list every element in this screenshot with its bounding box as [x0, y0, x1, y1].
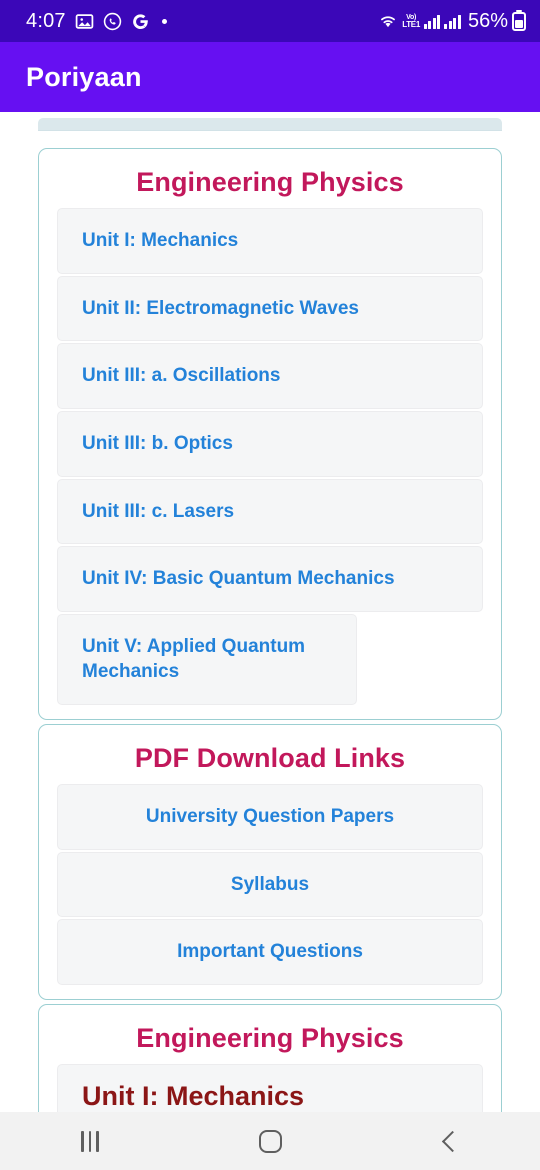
battery-icon: [512, 11, 526, 31]
card-engineering-physics-units: Engineering Physics Unit I: Mechanics Un…: [38, 148, 502, 721]
list-item[interactable]: Unit III: a. Oscillations: [57, 343, 483, 409]
recents-button[interactable]: [30, 1112, 150, 1170]
status-bar-left: 4:07: [26, 10, 378, 33]
list-item[interactable]: Syllabus: [57, 851, 483, 918]
card-pdf-download-links: PDF Download Links University Question P…: [38, 724, 502, 1001]
home-icon: [258, 1129, 282, 1153]
app-bar: Poriyaan: [0, 42, 540, 112]
list-item[interactable]: Unit III: c. Lasers: [57, 478, 483, 545]
list-item[interactable]: University Question Papers: [57, 784, 483, 850]
volte-icon: Vo) LTE1: [402, 13, 420, 29]
recents-icon: [81, 1130, 99, 1152]
gallery-icon: [75, 12, 94, 31]
signal-bars-icon-2: [444, 14, 461, 29]
list-item[interactable]: Unit II: Electromagnetic Waves: [57, 275, 483, 342]
whatsapp-icon: [103, 12, 122, 31]
back-icon: [441, 1130, 464, 1152]
card-title: PDF Download Links: [134, 743, 406, 774]
status-bar: 4:07 Vo) LTE1 56%: [0, 0, 540, 42]
app-title: Poriyaan: [26, 61, 142, 92]
google-icon: [131, 12, 150, 31]
unit-heading: Unit I: Mechanics: [57, 1064, 483, 1112]
list-item[interactable]: Unit IV: Basic Quantum Mechanics: [57, 546, 483, 612]
status-bar-clock: 4:07: [26, 9, 66, 32]
status-bar-right: Vo) LTE1 56%: [378, 10, 526, 33]
system-navigation-bar: [0, 1112, 540, 1170]
partial-card-above: [38, 118, 502, 130]
wifi-icon: [378, 12, 398, 30]
card-engineering-physics-detail: Engineering Physics Unit I: Mechanics: [38, 1004, 502, 1112]
home-button[interactable]: [210, 1112, 330, 1170]
battery-percent-label: 56%: [467, 9, 508, 32]
card-title: Engineering Physics: [136, 167, 404, 197]
dot-icon: [161, 18, 167, 24]
card-title: Engineering Physics: [136, 1023, 404, 1054]
list-item[interactable]: Unit V: Applied Quantum Mechanics: [57, 613, 357, 706]
back-button[interactable]: [390, 1112, 510, 1170]
list-item[interactable]: Unit III: b. Optics: [57, 410, 483, 477]
page-content[interactable]: Engineering Physics Unit I: Mechanics Un…: [0, 112, 540, 1112]
list-item[interactable]: Important Questions: [57, 919, 483, 986]
signal-bars-icon-1: [423, 14, 441, 29]
list-item[interactable]: Unit I: Mechanics: [57, 208, 483, 274]
